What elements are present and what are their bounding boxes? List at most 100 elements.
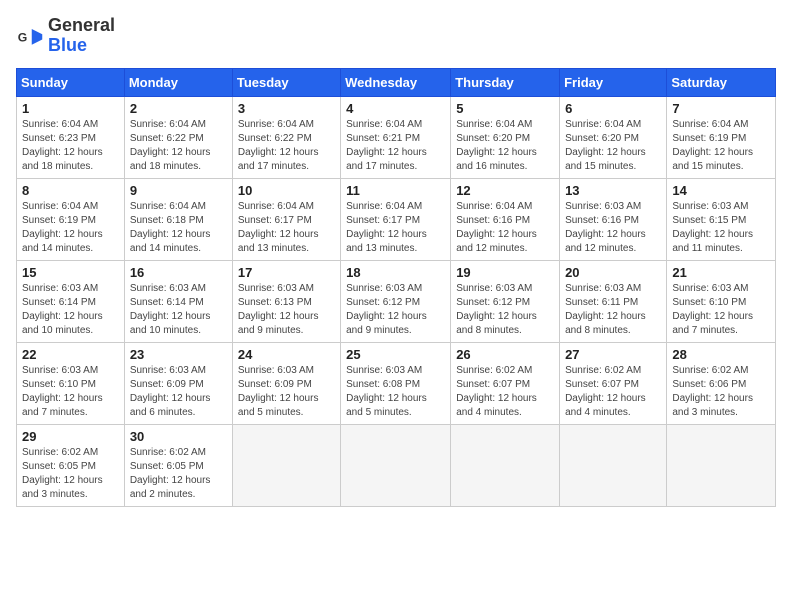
calendar-cell: 29 Sunrise: 6:02 AM Sunset: 6:05 PM Dayli… <box>17 424 125 506</box>
calendar-cell: 3 Sunrise: 6:04 AM Sunset: 6:22 PM Daylig… <box>232 96 340 178</box>
day-number: 15 <box>22 265 119 280</box>
calendar-cell: 23 Sunrise: 6:03 AM Sunset: 6:09 PM Dayli… <box>124 342 232 424</box>
calendar-cell: 16 Sunrise: 6:03 AM Sunset: 6:14 PM Dayli… <box>124 260 232 342</box>
logo: G General Blue <box>16 16 115 56</box>
page-header: G General Blue <box>16 16 776 56</box>
day-number: 11 <box>346 183 445 198</box>
calendar-cell: 18Sunrise: 6:03 AM Sunset: 6:12 PM Dayli… <box>341 260 451 342</box>
day-number: 22 <box>22 347 119 362</box>
day-info: Sunrise: 6:03 AM Sunset: 6:10 PM Dayligh… <box>672 282 770 338</box>
day-number: 8 <box>22 183 119 198</box>
day-number: 26 <box>456 347 554 362</box>
day-info: Sunrise: 6:03 AM Sunset: 6:16 PM Dayligh… <box>565 200 661 256</box>
day-number: 4 <box>346 101 445 116</box>
day-info: Sunrise: 6:04 AM Sunset: 6:21 PM Dayligh… <box>346 118 445 174</box>
calendar-cell: 11 Sunrise: 6:04 AM Sunset: 6:17 PM Dayli… <box>341 178 451 260</box>
day-number: 9 <box>130 183 227 198</box>
calendar-cell: 12 Sunrise: 6:04 AM Sunset: 6:16 PM Dayli… <box>451 178 560 260</box>
day-info: Sunrise: 6:03 AM Sunset: 6:09 PM Dayligh… <box>130 364 227 420</box>
calendar-body: 1Sunrise: 6:04 AM Sunset: 6:23 PM Daylig… <box>17 96 776 506</box>
day-number: 16 <box>130 265 227 280</box>
weekday-header-thursday: Thursday <box>451 68 560 96</box>
day-number: 2 <box>130 101 227 116</box>
calendar-cell: 5 Sunrise: 6:04 AM Sunset: 6:20 PM Daylig… <box>451 96 560 178</box>
day-info: Sunrise: 6:02 AM Sunset: 6:07 PM Dayligh… <box>565 364 661 420</box>
day-number: 3 <box>238 101 335 116</box>
calendar-cell: 21Sunrise: 6:03 AM Sunset: 6:10 PM Dayli… <box>667 260 776 342</box>
day-number: 30 <box>130 429 227 444</box>
day-info: Sunrise: 6:03 AM Sunset: 6:12 PM Dayligh… <box>456 282 554 338</box>
day-number: 10 <box>238 183 335 198</box>
day-info: Sunrise: 6:03 AM Sunset: 6:14 PM Dayligh… <box>22 282 119 338</box>
day-info: Sunrise: 6:03 AM Sunset: 6:09 PM Dayligh… <box>238 364 335 420</box>
calendar-cell: 10 Sunrise: 6:04 AM Sunset: 6:17 PM Dayli… <box>232 178 340 260</box>
day-number: 25 <box>346 347 445 362</box>
day-info: Sunrise: 6:02 AM Sunset: 6:07 PM Dayligh… <box>456 364 554 420</box>
weekday-header-sunday: Sunday <box>17 68 125 96</box>
day-number: 6 <box>565 101 661 116</box>
calendar-cell: 28 Sunrise: 6:02 AM Sunset: 6:06 PM Dayli… <box>667 342 776 424</box>
day-number: 18 <box>346 265 445 280</box>
day-number: 29 <box>22 429 119 444</box>
day-info: Sunrise: 6:04 AM Sunset: 6:18 PM Dayligh… <box>130 200 227 256</box>
day-number: 23 <box>130 347 227 362</box>
calendar-cell <box>451 424 560 506</box>
calendar-cell: 30 Sunrise: 6:02 AM Sunset: 6:05 PM Dayli… <box>124 424 232 506</box>
day-number: 12 <box>456 183 554 198</box>
weekday-header-monday: Monday <box>124 68 232 96</box>
calendar-week-0: 1Sunrise: 6:04 AM Sunset: 6:23 PM Daylig… <box>17 96 776 178</box>
svg-text:G: G <box>18 30 28 44</box>
logo-general: General <box>48 16 115 36</box>
day-info: Sunrise: 6:02 AM Sunset: 6:05 PM Dayligh… <box>130 446 227 502</box>
weekday-header-tuesday: Tuesday <box>232 68 340 96</box>
day-info: Sunrise: 6:04 AM Sunset: 6:19 PM Dayligh… <box>22 200 119 256</box>
day-number: 14 <box>672 183 770 198</box>
day-info: Sunrise: 6:04 AM Sunset: 6:22 PM Dayligh… <box>130 118 227 174</box>
calendar-cell: 19 Sunrise: 6:03 AM Sunset: 6:12 PM Dayli… <box>451 260 560 342</box>
calendar-cell: 15 Sunrise: 6:03 AM Sunset: 6:14 PM Dayli… <box>17 260 125 342</box>
day-info: Sunrise: 6:03 AM Sunset: 6:15 PM Dayligh… <box>672 200 770 256</box>
day-info: Sunrise: 6:02 AM Sunset: 6:05 PM Dayligh… <box>22 446 119 502</box>
calendar-cell <box>232 424 340 506</box>
day-number: 17 <box>238 265 335 280</box>
day-number: 24 <box>238 347 335 362</box>
calendar-week-4: 29 Sunrise: 6:02 AM Sunset: 6:05 PM Dayli… <box>17 424 776 506</box>
calendar-cell <box>341 424 451 506</box>
calendar-week-1: 8 Sunrise: 6:04 AM Sunset: 6:19 PM Daylig… <box>17 178 776 260</box>
day-number: 19 <box>456 265 554 280</box>
day-info: Sunrise: 6:03 AM Sunset: 6:11 PM Dayligh… <box>565 282 661 338</box>
calendar-cell: 9 Sunrise: 6:04 AM Sunset: 6:18 PM Daylig… <box>124 178 232 260</box>
calendar-cell: 22 Sunrise: 6:03 AM Sunset: 6:10 PM Dayli… <box>17 342 125 424</box>
logo-blue: Blue <box>48 36 115 56</box>
day-info: Sunrise: 6:04 AM Sunset: 6:20 PM Dayligh… <box>565 118 661 174</box>
weekday-header-saturday: Saturday <box>667 68 776 96</box>
calendar-week-3: 22 Sunrise: 6:03 AM Sunset: 6:10 PM Dayli… <box>17 342 776 424</box>
day-info: Sunrise: 6:04 AM Sunset: 6:19 PM Dayligh… <box>672 118 770 174</box>
calendar-cell: 27 Sunrise: 6:02 AM Sunset: 6:07 PM Dayli… <box>560 342 667 424</box>
calendar-header-row: SundayMondayTuesdayWednesdayThursdayFrid… <box>17 68 776 96</box>
day-info: Sunrise: 6:03 AM Sunset: 6:13 PM Dayligh… <box>238 282 335 338</box>
calendar-cell <box>560 424 667 506</box>
day-info: Sunrise: 6:04 AM Sunset: 6:20 PM Dayligh… <box>456 118 554 174</box>
day-number: 20 <box>565 265 661 280</box>
calendar-cell: 20 Sunrise: 6:03 AM Sunset: 6:11 PM Dayli… <box>560 260 667 342</box>
calendar-cell: 14 Sunrise: 6:03 AM Sunset: 6:15 PM Dayli… <box>667 178 776 260</box>
day-info: Sunrise: 6:04 AM Sunset: 6:17 PM Dayligh… <box>238 200 335 256</box>
weekday-header-friday: Friday <box>560 68 667 96</box>
day-number: 28 <box>672 347 770 362</box>
day-number: 13 <box>565 183 661 198</box>
calendar-cell: 13 Sunrise: 6:03 AM Sunset: 6:16 PM Dayli… <box>560 178 667 260</box>
calendar-cell <box>667 424 776 506</box>
day-number: 27 <box>565 347 661 362</box>
day-info: Sunrise: 6:02 AM Sunset: 6:06 PM Dayligh… <box>672 364 770 420</box>
day-info: Sunrise: 6:03 AM Sunset: 6:14 PM Dayligh… <box>130 282 227 338</box>
day-info: Sunrise: 6:03 AM Sunset: 6:10 PM Dayligh… <box>22 364 119 420</box>
day-info: Sunrise: 6:04 AM Sunset: 6:22 PM Dayligh… <box>238 118 335 174</box>
day-info: Sunrise: 6:04 AM Sunset: 6:16 PM Dayligh… <box>456 200 554 256</box>
calendar-cell: 8 Sunrise: 6:04 AM Sunset: 6:19 PM Daylig… <box>17 178 125 260</box>
day-number: 5 <box>456 101 554 116</box>
calendar-cell: 25Sunrise: 6:03 AM Sunset: 6:08 PM Dayli… <box>341 342 451 424</box>
calendar-cell: 1Sunrise: 6:04 AM Sunset: 6:23 PM Daylig… <box>17 96 125 178</box>
day-info: Sunrise: 6:04 AM Sunset: 6:17 PM Dayligh… <box>346 200 445 256</box>
day-number: 7 <box>672 101 770 116</box>
